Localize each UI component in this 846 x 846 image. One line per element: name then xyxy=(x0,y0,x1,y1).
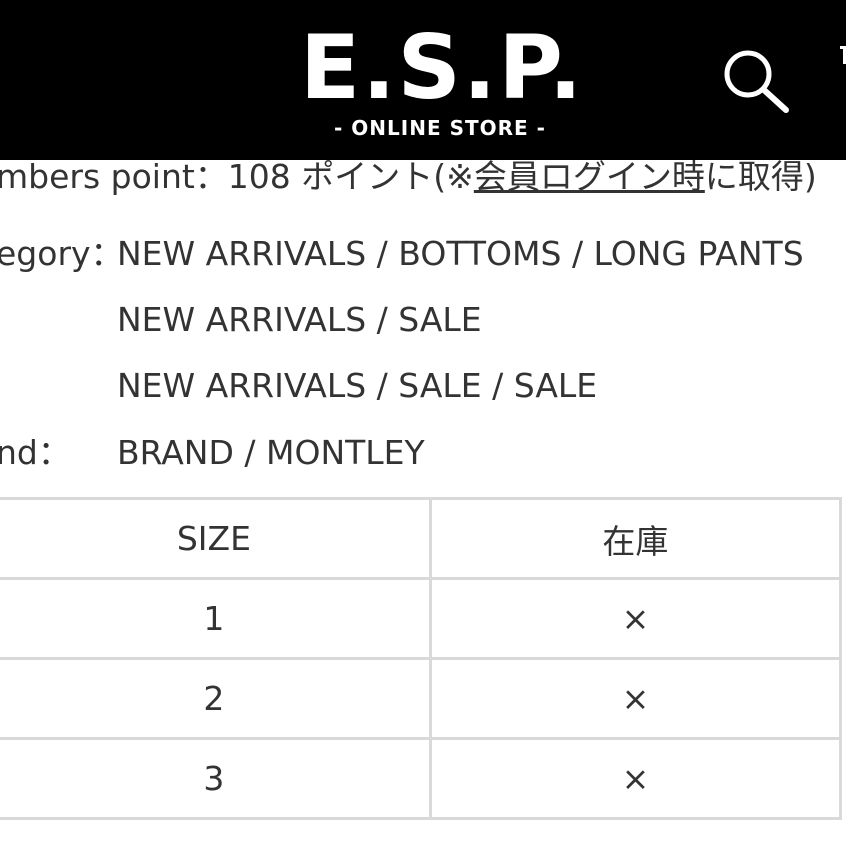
category-link-1[interactable]: NEW ARRIVALS / BOTTOMS / LONG PANTS xyxy=(117,234,804,274)
size-cell: 3 xyxy=(0,737,432,820)
menu-icon[interactable] xyxy=(834,40,846,70)
table-row: 2 × xyxy=(0,657,843,740)
table-header-row: SIZE 在庫 xyxy=(0,497,843,580)
stock-header: 在庫 xyxy=(428,497,843,580)
logo-wordmark: E.S.P. xyxy=(300,16,585,119)
stock-cell: × xyxy=(428,657,843,740)
search-icon xyxy=(724,50,789,113)
members-point-suffix: に取得) xyxy=(704,157,817,196)
brand-label: nd： xyxy=(0,433,71,472)
store-logo[interactable]: E.S.P. - ONLINE STORE - xyxy=(300,16,585,147)
size-header: SIZE xyxy=(0,497,432,580)
table-row: 3 × xyxy=(0,737,843,820)
members-point-text: mbers point：108 ポイント(※ xyxy=(0,157,474,196)
stock-table: SIZE 在庫 1 × 2 × 3 × xyxy=(0,497,843,820)
members-point-line: mbers point：108 ポイント(※会員ログイン時に取得) xyxy=(0,157,817,197)
category-label: egory： xyxy=(0,234,124,273)
member-login-link[interactable]: 会員ログイン時 xyxy=(474,157,705,196)
size-cell: 1 xyxy=(0,577,432,660)
category-link-3[interactable]: NEW ARRIVALS / SALE / SALE xyxy=(117,366,597,406)
stock-cell: × xyxy=(428,577,843,660)
brand-link[interactable]: BRAND / MONTLEY xyxy=(117,433,425,473)
site-header: E.S.P. - ONLINE STORE - xyxy=(0,0,846,160)
product-page: E.S.P. - ONLINE STORE - mbers point：108 … xyxy=(0,0,846,846)
category-link-2[interactable]: NEW ARRIVALS / SALE xyxy=(117,300,482,340)
size-cell: 2 xyxy=(0,657,432,740)
logo-tagline: - ONLINE STORE - xyxy=(334,116,546,140)
table-row: 1 × xyxy=(0,577,843,660)
stock-cell: × xyxy=(428,737,843,820)
search-button[interactable] xyxy=(720,46,792,118)
